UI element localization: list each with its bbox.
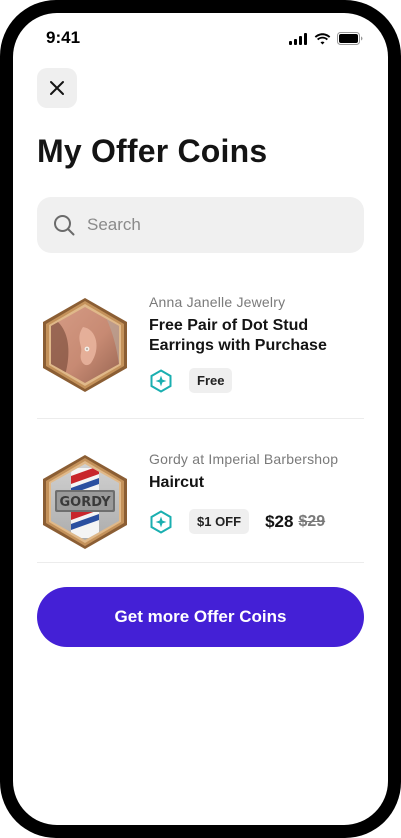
offer-row[interactable]: GORDY Gordy at Imperial Barbershop Hairc… bbox=[37, 442, 364, 580]
divider bbox=[37, 418, 364, 419]
offer-title: Haircut bbox=[149, 474, 205, 491]
get-more-offer-coins-button[interactable]: Get more Offer Coins bbox=[37, 587, 364, 647]
offer-meta: $1 OFF $28 $29 bbox=[149, 509, 364, 534]
page-title: My Offer Coins bbox=[37, 133, 268, 169]
offer-coin-icon bbox=[150, 368, 172, 393]
status-time: 9:41 bbox=[46, 28, 81, 47]
status-icons bbox=[289, 32, 364, 45]
close-button[interactable] bbox=[37, 68, 77, 108]
original-price: $29 bbox=[298, 512, 326, 530]
offer-info: Anna Janelle Jewelry Free Pair of Dot St… bbox=[149, 285, 364, 393]
wifi-icon bbox=[314, 32, 331, 44]
offer-price: $28 bbox=[265, 511, 294, 531]
screen: 9:41 My Offer Coins Search Anna Janelle … bbox=[13, 13, 388, 825]
offer-info: Gordy at Imperial Barbershop Haircut $1 … bbox=[149, 442, 364, 534]
offer-meta: Free bbox=[149, 368, 364, 393]
offer-badge-barbershop-logo: GORDY bbox=[43, 455, 127, 549]
offer-title: Free Pair of Dot Stud Earrings with Purc… bbox=[149, 317, 327, 354]
signal-icon bbox=[289, 32, 307, 45]
close-icon bbox=[50, 81, 64, 95]
search-icon bbox=[54, 215, 75, 236]
offer-row[interactable]: Anna Janelle Jewelry Free Pair of Dot St… bbox=[37, 285, 364, 423]
battery-icon bbox=[337, 32, 363, 45]
discount-badge: $1 OFF bbox=[189, 509, 250, 534]
merchant-name: Anna Janelle Jewelry bbox=[149, 294, 286, 310]
divider bbox=[37, 562, 364, 563]
discount-badge: Free bbox=[189, 368, 233, 393]
phone-frame: 9:41 My Offer Coins Search Anna Janelle … bbox=[0, 0, 401, 838]
search-input[interactable] bbox=[87, 215, 337, 235]
merchant-name: Gordy at Imperial Barbershop bbox=[149, 451, 339, 467]
search-bar[interactable] bbox=[37, 197, 364, 253]
offer-badge-earring-photo bbox=[43, 298, 127, 392]
status-bar: 9:41 bbox=[13, 13, 388, 63]
offer-coin-icon bbox=[150, 509, 172, 534]
barbershop-logo-text: GORDY bbox=[60, 495, 112, 510]
